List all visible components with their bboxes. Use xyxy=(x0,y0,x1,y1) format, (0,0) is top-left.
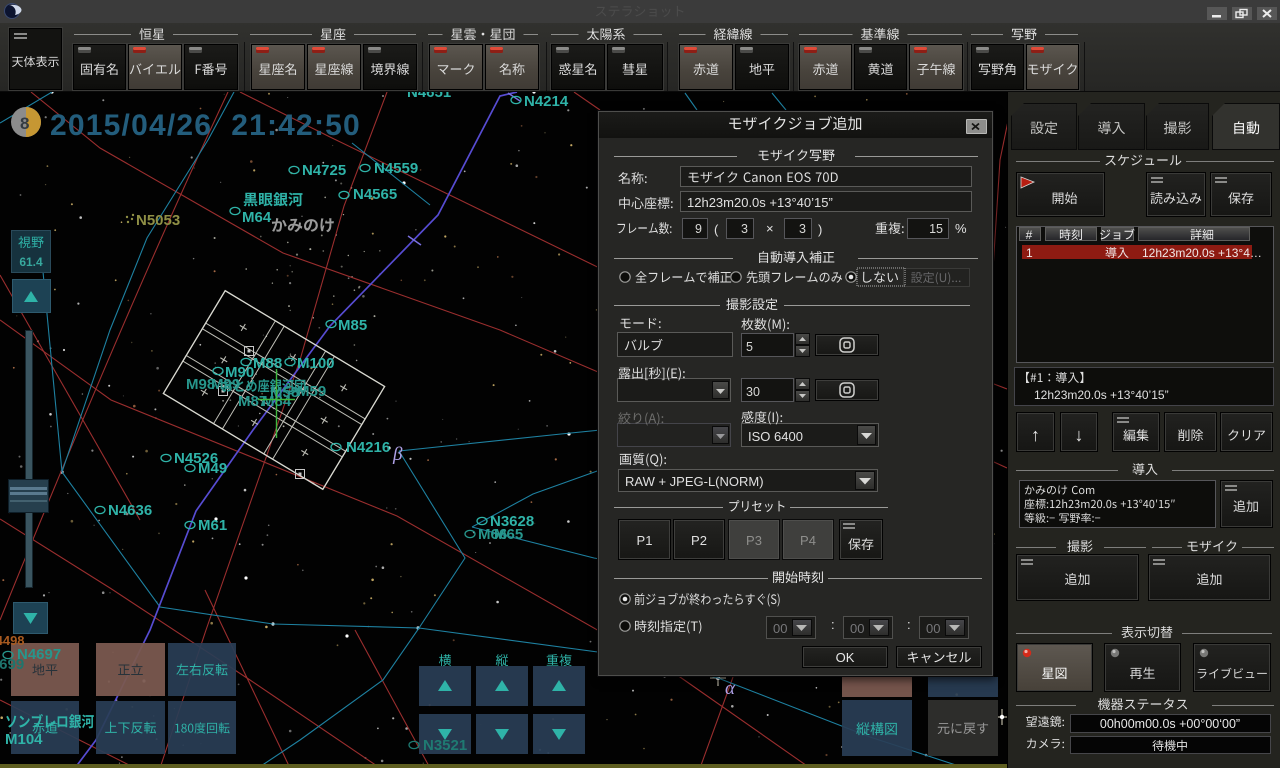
svg-text:α: α xyxy=(725,678,736,699)
svg-text:M61: M61 xyxy=(198,517,227,534)
svg-text:N4636: N4636 xyxy=(108,502,152,519)
svg-text:M100: M100 xyxy=(297,355,335,372)
svg-text:N4214: N4214 xyxy=(524,93,569,110)
svg-text:N4565: N4565 xyxy=(353,186,397,203)
svg-text:N4651: N4651 xyxy=(407,92,451,101)
svg-text:M49: M49 xyxy=(198,460,227,477)
svg-text:2015/04/26 21:42:50: 2015/04/26 21:42:50 xyxy=(50,109,361,142)
svg-text:M85: M85 xyxy=(338,317,367,334)
svg-text:N4216: N4216 xyxy=(346,439,390,456)
svg-text:M64: M64 xyxy=(242,209,272,226)
svg-text:N4725: N4725 xyxy=(302,162,346,179)
svg-text:M58: M58 xyxy=(270,384,299,401)
svg-text:β: β xyxy=(392,444,403,465)
svg-text:M88: M88 xyxy=(253,355,282,372)
svg-text:M65: M65 xyxy=(494,526,523,543)
svg-text:8: 8 xyxy=(20,114,29,133)
svg-text:N4559: N4559 xyxy=(374,160,418,177)
svg-text:N5053: N5053 xyxy=(136,212,180,229)
